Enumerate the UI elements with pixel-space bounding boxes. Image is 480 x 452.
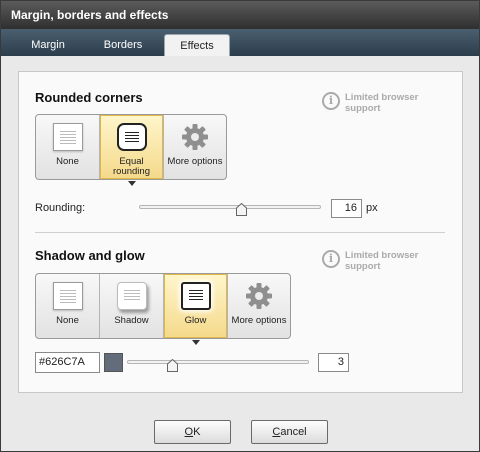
rounded-page-icon [116, 123, 147, 151]
cancel-button[interactable]: Cancel [251, 420, 328, 444]
shadow-more-options-label: More options [231, 315, 287, 326]
tab-strip: Margin Borders Effects [1, 29, 479, 56]
shadow-glow-heading: Shadow and glow [35, 248, 145, 263]
limited-support-note: Limited browser support [345, 250, 419, 272]
glow-size-slider-thumb[interactable] [167, 359, 178, 372]
plain-page-icon [52, 123, 83, 151]
shadow-button[interactable]: Shadow [100, 274, 164, 338]
rounding-slider-track[interactable] [139, 205, 321, 209]
shadow-page-icon [116, 282, 147, 310]
equal-rounding-button[interactable]: Equal rounding [100, 115, 164, 186]
shadow-none-button[interactable]: None [36, 274, 100, 338]
plain-page-icon [52, 282, 83, 310]
dialog-window: Margin, borders and effects Margin Borde… [0, 0, 480, 452]
glow-button[interactable]: Glow [164, 274, 228, 345]
glow-page-icon [180, 282, 211, 310]
glow-color-input[interactable]: #626C7A [35, 352, 100, 373]
selected-indicator-icon [191, 340, 200, 345]
gear-icon [182, 124, 208, 150]
limited-support-note: Limited browser support [345, 92, 419, 114]
rounding-none-label: None [56, 156, 79, 167]
rounded-corners-heading: Rounded corners [35, 90, 143, 105]
rounding-value-input[interactable]: 16 [331, 199, 362, 218]
ok-mnemonic: O [184, 426, 194, 438]
dialog-title: Margin, borders and effects [1, 1, 479, 29]
section-divider [35, 232, 445, 233]
shadow-none-label: None [56, 315, 79, 326]
glow-label: Glow [184, 315, 207, 326]
rounding-more-options-button[interactable]: More options [164, 115, 226, 179]
selected-indicator-icon [127, 181, 136, 186]
shadow-glow-info: i Limited browser support [322, 250, 435, 272]
effects-panel: Rounded corners i Limited browser suppor… [18, 71, 463, 393]
ok-label: K [193, 426, 201, 438]
ok-button[interactable]: OK [154, 420, 231, 444]
glow-size-slider-track[interactable] [127, 360, 309, 364]
rounding-more-options-label: More options [167, 156, 223, 167]
glow-color-swatch[interactable] [104, 353, 123, 372]
tab-effects[interactable]: Effects [164, 34, 230, 56]
rounding-label: Rounding: [35, 202, 86, 214]
rounded-corners-info: i Limited browser support [322, 92, 435, 114]
glow-size-input[interactable]: 3 [318, 353, 349, 372]
equal-rounding-label: Equal rounding [113, 156, 150, 177]
rounding-none-button[interactable]: None [36, 115, 100, 179]
gear-icon [246, 283, 272, 309]
shadow-label: Shadow [114, 315, 149, 326]
cancel-label: ancel [280, 426, 307, 438]
tab-borders[interactable]: Borders [89, 34, 157, 56]
tab-margin[interactable]: Margin [15, 34, 81, 56]
rounding-unit: px [366, 202, 378, 214]
info-icon: i [322, 92, 340, 110]
shadow-more-options-button[interactable]: More options [228, 274, 290, 338]
info-icon: i [322, 250, 340, 268]
shadow-glow-options: None Shadow Glow More options [35, 273, 291, 345]
rounding-options: None Equal rounding More options [35, 114, 227, 186]
rounding-slider-thumb[interactable] [236, 203, 247, 216]
